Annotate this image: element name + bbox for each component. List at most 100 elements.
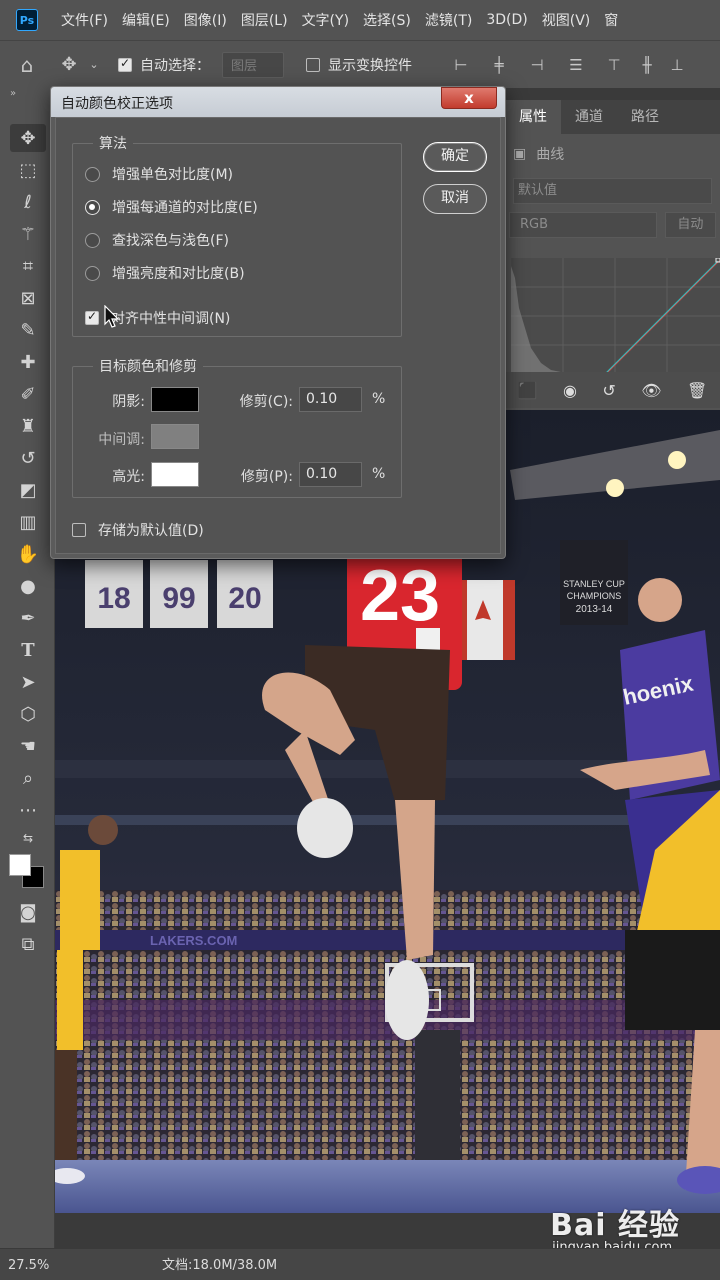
auto-select-checkbox[interactable] [118,56,132,72]
curves-adjustment-icon: ▣ [513,146,527,162]
properties-panel: 属性 通道 路径 ▣ 曲线 默认值 RGB 自动 ⬛ ◉ ↺ 👁 🗑 [505,100,720,410]
radio-button[interactable] [85,265,100,281]
zoom-tool-icon[interactable]: ⌕ [10,764,46,792]
menu-3d[interactable]: 3D(D) [479,12,534,28]
algorithms-title: 算法 [93,133,133,153]
move-tool-icon[interactable]: ✥ [10,124,46,152]
history-brush-icon[interactable]: ↺ [10,444,46,472]
banner-number-2: 99 [162,582,195,615]
algorithm-option-4[interactable]: 增强亮度和对比度(B) [85,263,245,283]
show-transform-checkbox[interactable] [306,57,320,72]
swap-colors-icon[interactable]: ⇆ [10,824,46,852]
eraser-icon[interactable]: ◩ [10,476,46,504]
eyedropper-icon[interactable]: ✎ [10,316,46,344]
move-tool-icon[interactable]: ✥ [54,54,84,75]
ok-button[interactable]: 确定 [423,142,487,172]
save-default-option[interactable]: 存储为默认值(D) [72,520,204,540]
type-tool-icon[interactable]: T [10,636,46,664]
lakers-board-text: LAKERS.COM [150,933,237,948]
menu-select[interactable]: 选择(S) [356,10,418,30]
midtones-color-swatch[interactable] [151,424,199,449]
channel-dropdown[interactable]: RGB [509,212,657,238]
tab-channels[interactable]: 通道 [561,100,617,134]
save-default-checkbox[interactable] [72,523,86,537]
foreground-color-swatch[interactable] [9,854,31,876]
menu-layer[interactable]: 图层(L) [234,10,295,30]
align-bottom-icon[interactable]: ⊥ [662,56,692,74]
radio-button-selected[interactable] [85,199,100,215]
highlights-color-swatch[interactable] [151,462,199,487]
menu-edit[interactable]: 编辑(E) [115,10,177,30]
gradient-tool-icon[interactable]: ▥ [10,508,46,536]
dodge-tool-icon[interactable]: ● [10,572,46,600]
algorithm-option-3[interactable]: 查找深色与浅色(F) [85,230,229,250]
menu-image[interactable]: 图像(I) [177,10,234,30]
algorithm-label-2: 增强每通道的对比度(E) [112,200,258,216]
options-bar: ⌂ ✥ ⌄ 自动选择： 图层 显示变换控件 ⊢ ╪ ⊣ ☰ ⊤ ╫ ⊥ [0,40,720,88]
radio-button[interactable] [85,232,100,248]
collapse-icon[interactable]: » [10,88,16,99]
highlights-clip-label: 修剪(P): [240,469,293,485]
frame-tool-icon[interactable]: ⊠ [10,284,46,312]
algorithm-label-3: 查找深色与浅色(F) [112,233,229,249]
menu-file[interactable]: 文件(F) [54,10,115,30]
adjustment-header: ▣ 曲线 [505,134,720,174]
align-distribute-icon[interactable]: ☰ [556,56,596,74]
tab-properties[interactable]: 属性 [505,100,561,134]
align-middle-icon[interactable]: ╫ [632,56,662,74]
snap-neutral-checkbox[interactable] [85,309,99,325]
crop-tool-icon[interactable]: ⌗ [10,252,46,280]
trash-icon[interactable]: 🗑 [687,381,707,400]
panel-tabs: 属性 通道 路径 [505,100,720,134]
pen-tool-icon[interactable]: ✒ [10,604,46,632]
shape-tool-icon[interactable]: ⬡ [10,700,46,728]
visibility-icon[interactable]: 👁 [641,381,661,400]
cancel-button[interactable]: 取消 [423,184,487,214]
stamp-tool-icon[interactable]: ♜ [10,412,46,440]
align-center-icon[interactable]: ╪ [480,56,518,74]
view-previous-icon[interactable]: ◉ [563,381,577,400]
magic-wand-icon[interactable]: ⚚ [10,220,46,248]
quick-mask-icon[interactable]: ◙ [10,898,46,926]
status-bar: 27.5% 文档:18.0M/38.0M [0,1248,720,1280]
algorithm-option-2[interactable]: 增强每通道的对比度(E) [85,197,258,217]
clip-layer-icon[interactable]: ⬛ [518,381,538,400]
zoom-level[interactable]: 27.5% [8,1256,56,1276]
menu-window[interactable]: 窗 [597,10,625,30]
path-select-icon[interactable]: ➤ [10,668,46,696]
align-left-icon[interactable]: ⊢ [442,56,480,74]
hand-tool-icon[interactable]: ☚ [10,732,46,760]
lasso-tool-icon[interactable]: ℓ [10,188,46,216]
radio-button[interactable] [85,166,100,182]
healing-brush-icon[interactable]: ✚ [10,348,46,376]
algorithms-group: 算法 增强单色对比度(M) 增强每通道的对比度(E) 查找深色与浅色(F) 增强… [72,133,402,337]
curves-graph[interactable] [511,258,720,374]
champions-banner: STANLEY CUP CHAMPIONS 2013-14 [560,540,628,625]
menu-view[interactable]: 视图(V) [535,10,598,30]
screen-mode-icon[interactable]: ⧉ [10,930,46,958]
auto-button[interactable]: 自动 [664,212,716,238]
menu-type[interactable]: 文字(Y) [295,10,356,30]
blur-tool-icon[interactable]: ✋ [10,540,46,568]
panel-actions: ⬛ ◉ ↺ 👁 🗑 [505,372,720,408]
menu-filter[interactable]: 滤镜(T) [418,10,479,30]
show-transform-label: 显示变换控件 [328,57,412,74]
marquee-tool-icon[interactable]: ⬚ [10,156,46,184]
shadows-color-swatch[interactable] [151,387,199,412]
home-icon[interactable]: ⌂ [0,53,54,77]
chevron-down-icon[interactable]: ⌄ [84,58,104,71]
auto-select-target-dropdown[interactable]: 图层 [222,51,284,78]
reset-icon[interactable]: ↺ [602,381,615,400]
algorithm-option-1[interactable]: 增强单色对比度(M) [85,164,233,184]
close-button[interactable]: x [441,87,497,109]
preset-dropdown[interactable]: 默认值 [513,178,712,204]
align-top-icon[interactable]: ⊤ [596,56,632,74]
document-info[interactable]: 文档:18.0M/38.0M [162,1256,277,1276]
more-tools-icon[interactable]: ⋯ [10,796,46,824]
shadows-clip-input[interactable]: 0.10 [299,387,362,412]
tab-paths[interactable]: 路径 [617,100,673,134]
brush-tool-icon[interactable]: ✐ [10,380,46,408]
highlights-clip-input[interactable]: 0.10 [299,462,362,487]
dialog-titlebar[interactable]: 自动颜色校正选项 x [51,87,505,117]
align-right-icon[interactable]: ⊣ [518,56,556,74]
